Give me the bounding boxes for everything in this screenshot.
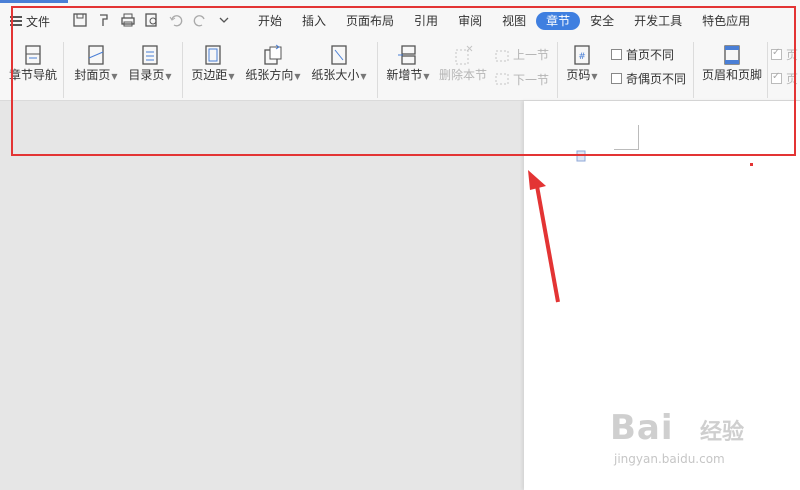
tab-references[interactable]: 引用 (404, 12, 448, 30)
delete-section-label: 删除本节 (438, 68, 487, 82)
divider (63, 42, 64, 98)
dropdown-caret-icon: ▼ (591, 72, 598, 81)
orientation-label: 纸张方向 (245, 68, 294, 82)
header-footer-label: 页眉和页脚 (701, 68, 762, 82)
divider (693, 42, 694, 98)
tab-developer[interactable]: 开发工具 (624, 12, 692, 30)
tab-review[interactable]: 审阅 (448, 12, 492, 30)
header-option-checkbox[interactable]: 页 (771, 46, 798, 63)
divider (557, 42, 558, 98)
paper-size-label: 纸张大小 (311, 68, 360, 82)
tab-view[interactable]: 视图 (492, 12, 536, 30)
tab-section[interactable]: 章节 (536, 12, 581, 30)
customize-chevron-icon[interactable] (216, 12, 232, 28)
ribbon-panel: 章节导航 封面页▼ 目录页▼ 页边距▼ 纸张方向▼ 纸张大小▼ 新增节▼ 删除本… (0, 40, 800, 101)
orientation-button[interactable]: 纸张方向▼ (243, 44, 303, 84)
chapter-nav-label: 章节导航 (8, 68, 57, 82)
dropdown-caret-icon: ▼ (228, 72, 235, 81)
ribbon-tabs: 开始 插入 页面布局 引用 审阅 视图 章节 安全 开发工具 特色应用 (248, 12, 760, 30)
redo-icon[interactable] (192, 12, 208, 28)
chapter-navigation-button[interactable]: 章节导航 (8, 44, 58, 82)
page-number-button[interactable]: # 页码▼ (563, 44, 601, 84)
print-preview-icon[interactable] (144, 12, 160, 28)
margin-corner-mark (614, 125, 639, 150)
cover-page-icon (88, 45, 104, 65)
checkbox-box (771, 47, 782, 60)
header-footer-icon (724, 45, 740, 65)
header-option-label: 页 (786, 48, 799, 62)
footer-option-checkbox[interactable]: 页 (771, 70, 798, 87)
divider (182, 42, 183, 98)
dropdown-caret-icon: ▼ (294, 72, 301, 81)
header-footer-button[interactable]: 页眉和页脚 (700, 44, 764, 82)
chapter-nav-icon (25, 45, 41, 65)
toc-page-label: 目录页 (128, 68, 165, 82)
tab-insert[interactable]: 插入 (292, 12, 336, 30)
delete-section-button[interactable]: 删除本节 (438, 44, 488, 82)
page-number-label: 页码 (566, 68, 591, 82)
first-page-different-label: 首页不同 (626, 48, 675, 62)
cover-page-button[interactable]: 封面页▼ (70, 44, 122, 84)
divider (767, 42, 768, 98)
watermark-brand-cn: 经验 (700, 420, 745, 445)
watermark-brand: Bai (610, 408, 674, 448)
first-page-different-checkbox[interactable]: 首页不同 (611, 46, 674, 63)
new-section-icon (398, 45, 416, 65)
paste-option-icon[interactable] (576, 150, 586, 162)
orientation-icon (264, 44, 282, 65)
tab-start[interactable]: 开始 (248, 12, 292, 30)
new-section-button[interactable]: 新增节▼ (383, 44, 433, 84)
odd-even-different-label: 奇偶页不同 (626, 72, 687, 86)
new-section-label: 新增节 (386, 68, 423, 82)
dropdown-caret-icon: ▼ (423, 72, 430, 81)
odd-even-different-checkbox[interactable]: 奇偶页不同 (611, 70, 686, 87)
margins-button[interactable]: 页边距▼ (188, 44, 238, 84)
checkbox-box (771, 71, 782, 84)
prev-section-label: 上一节 (513, 48, 550, 62)
cursor-mark (750, 163, 753, 166)
title-bar: 文件 开始 插入 页面布局 引用 审阅 视图 章节 安全 开发工具 特色应用 (0, 0, 800, 40)
divider (377, 42, 378, 98)
watermark-url: jingyan.baidu.com (614, 452, 725, 466)
tab-page-layout[interactable]: 页面布局 (336, 12, 404, 30)
dropdown-caret-icon: ▼ (111, 72, 118, 81)
file-menu-button[interactable]: 文件 (10, 12, 50, 30)
cover-page-label: 封面页 (74, 68, 111, 82)
next-section-button[interactable]: 下一节 (495, 71, 549, 88)
margins-label: 页边距 (191, 68, 228, 82)
tab-security[interactable]: 安全 (580, 12, 624, 30)
svg-text:#: # (578, 52, 586, 62)
margins-icon (205, 45, 221, 65)
page-number-icon: # (574, 45, 590, 65)
dropdown-caret-icon: ▼ (360, 72, 367, 81)
print-icon[interactable] (120, 12, 136, 28)
checkbox-box (611, 73, 622, 84)
dropdown-caret-icon: ▼ (165, 72, 172, 81)
prev-section-icon (495, 50, 509, 61)
prev-section-button[interactable]: 上一节 (495, 46, 549, 63)
quick-access-toolbar (72, 11, 240, 29)
tab-special[interactable]: 特色应用 (692, 12, 760, 30)
format-painter-icon[interactable] (96, 12, 112, 28)
next-section-icon (495, 73, 509, 84)
baidu-jingyan-watermark: Bai 经验 jingyan.baidu.com (590, 400, 770, 470)
paper-size-icon (331, 45, 347, 65)
delete-section-icon (455, 45, 473, 65)
toc-page-button[interactable]: 目录页▼ (124, 44, 176, 84)
paper-size-button[interactable]: 纸张大小▼ (308, 44, 370, 84)
file-menu-label: 文件 (26, 14, 51, 29)
hamburger-icon (10, 16, 22, 26)
save-icon[interactable] (72, 12, 88, 28)
window-accent (0, 0, 68, 3)
toc-page-icon (142, 45, 158, 65)
footer-option-label: 页 (786, 72, 799, 86)
undo-icon[interactable] (168, 12, 184, 28)
next-section-label: 下一节 (513, 73, 550, 87)
checkbox-box (611, 49, 622, 60)
